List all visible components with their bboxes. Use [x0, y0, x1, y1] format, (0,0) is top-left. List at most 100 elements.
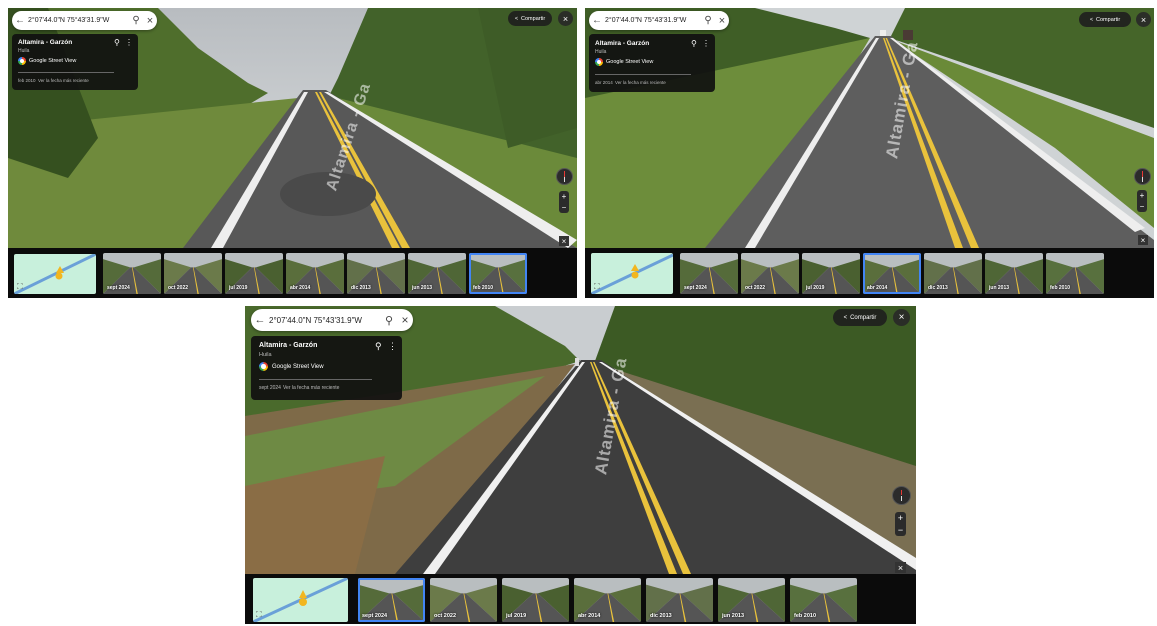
close-viewer-button[interactable]: × [1136, 12, 1151, 27]
share-label: Compartir [521, 15, 546, 22]
place-title: Altamira - Garzón [595, 40, 650, 47]
timeline-thumbnail[interactable]: abr 2014 [863, 253, 921, 294]
pin-icon[interactable]: ⚲ [114, 38, 120, 47]
compass-icon[interactable] [1134, 168, 1151, 185]
timeline-thumbnail[interactable]: jul 2019 [225, 253, 283, 294]
divider [595, 74, 691, 75]
timeline-thumbnail[interactable]: jul 2019 [802, 253, 860, 294]
newest-date-link[interactable]: Ver la fecha más reciente [283, 385, 339, 391]
back-arrow-icon[interactable]: ← [251, 314, 269, 326]
street-view-logo-icon [259, 362, 268, 371]
back-arrow-icon[interactable]: ← [589, 15, 605, 26]
timeline-thumbnail[interactable]: dic 2013 [646, 578, 713, 622]
close-viewer-button[interactable]: × [893, 309, 910, 326]
location-info-card: Altamira - Garzón ⚲ ⋮ Huila Google Stree… [251, 336, 402, 400]
timeline-thumbnail[interactable]: dic 2013 [924, 253, 982, 294]
timeline-thumbnail[interactable]: jun 2013 [718, 578, 785, 622]
coordinates-text[interactable]: 2°07'44.0"N 75°43'31.9"W [28, 17, 129, 24]
source-row: Google Street View [595, 58, 653, 66]
timeline-date-label: dic 2013 [928, 285, 948, 291]
search-icon[interactable]: ⚲ [701, 15, 715, 26]
divider [18, 72, 114, 73]
timeline-thumbnail[interactable]: abr 2014 [286, 253, 344, 294]
source-label: Google Street View [29, 58, 77, 64]
place-subtitle: Huila [18, 48, 30, 54]
timeline-thumbnail[interactable]: feb 2010 [469, 253, 527, 294]
place-subtitle: Huila [259, 352, 272, 358]
timeline-date-label: jun 2013 [722, 613, 745, 619]
source-row: Google Street View [18, 57, 76, 65]
timeline-thumbnail[interactable]: oct 2022 [164, 253, 222, 294]
expand-map-icon[interactable]: ⛶ [256, 610, 262, 620]
zoom-in-button[interactable]: + [898, 513, 903, 523]
pin-icon[interactable]: ⚲ [691, 39, 697, 48]
timeline-thumbnail[interactable]: feb 2010 [1046, 253, 1104, 294]
minimap[interactable]: ⛶ [14, 254, 96, 294]
timeline-date-label: jul 2019 [506, 613, 527, 619]
timeline-date-label: jul 2019 [806, 285, 825, 291]
place-title: Altamira - Garzón [259, 342, 318, 349]
coordinates-search-box[interactable]: ← 2°07'44.0"N 75°43'31.9"W ⚲ × [12, 11, 157, 30]
share-button[interactable]: < Compartir [508, 11, 552, 26]
newest-date-link[interactable]: Ver la fecha más reciente [615, 80, 666, 85]
close-timeline-button[interactable]: × [1138, 235, 1148, 245]
timeline-date-label: abr 2014 [578, 613, 601, 619]
search-icon[interactable]: ⚲ [381, 314, 397, 327]
zoom-in-button[interactable]: + [1140, 191, 1145, 200]
zoom-in-button[interactable]: + [562, 192, 567, 201]
search-icon[interactable]: ⚲ [129, 15, 143, 26]
timeline-thumbnail[interactable]: feb 2010 [790, 578, 857, 622]
timeline-thumbnail[interactable]: jun 2013 [985, 253, 1043, 294]
expand-map-icon[interactable]: ⛶ [17, 282, 23, 292]
close-timeline-button[interactable]: × [895, 562, 906, 573]
close-icon[interactable]: × [143, 15, 157, 27]
coordinates-search-box[interactable]: ← 2°07'44.0"N 75°43'31.9"W ⚲ × [589, 11, 729, 30]
close-timeline-button[interactable]: × [559, 236, 569, 246]
close-icon[interactable]: × [397, 313, 413, 327]
zoom-control: + − [895, 512, 906, 536]
place-subtitle: Huila [595, 49, 607, 55]
timeline-date-label: abr 2014 [290, 285, 311, 291]
expand-map-icon[interactable]: ⛶ [594, 282, 600, 292]
minimap[interactable]: ⛶ [253, 578, 348, 622]
timeline-thumbnail[interactable]: jun 2013 [408, 253, 466, 294]
time-travel-strip: ⛶ sept 2024 oct 2022 jul 2019 abr 2014 dic 2… [245, 574, 916, 624]
timeline-thumbnail[interactable]: jul 2019 [502, 578, 569, 622]
pin-icon[interactable]: ⚲ [375, 341, 382, 352]
timeline-date-label: jun 2013 [989, 285, 1010, 291]
timeline-date-label: jul 2019 [229, 285, 248, 291]
more-options-icon[interactable]: ⋮ [702, 39, 710, 48]
zoom-out-button[interactable]: − [1140, 202, 1145, 211]
more-options-icon[interactable]: ⋮ [125, 38, 133, 47]
share-button[interactable]: < Compartir [1079, 12, 1131, 27]
place-title: Altamira - Garzón [18, 39, 73, 46]
timeline-date-label: oct 2022 [745, 285, 766, 291]
location-info-card: Altamira - Garzón ⚲ ⋮ Huila Google Stree… [589, 34, 715, 92]
minimap[interactable]: ⛶ [591, 253, 673, 294]
coordinates-text[interactable]: 2°07'44.0"N 75°43'31.9"W [605, 17, 701, 24]
compass-icon[interactable] [892, 486, 911, 505]
timeline-thumbnail[interactable]: abr 2014 [574, 578, 641, 622]
back-arrow-icon[interactable]: ← [12, 15, 28, 26]
timeline-thumbnail[interactable]: sept 2024 [680, 253, 738, 294]
zoom-out-button[interactable]: − [898, 525, 903, 535]
timeline-thumbnail[interactable]: oct 2022 [741, 253, 799, 294]
close-viewer-button[interactable]: × [558, 11, 573, 26]
timeline-thumbnail[interactable]: dic 2013 [347, 253, 405, 294]
coordinates-text[interactable]: 2°07'44.0"N 75°43'31.9"W [269, 316, 381, 325]
timeline-date-label: feb 2010 [1050, 285, 1071, 291]
timeline-thumbnail[interactable]: oct 2022 [430, 578, 497, 622]
close-icon[interactable]: × [715, 15, 729, 27]
zoom-out-button[interactable]: − [562, 203, 567, 212]
timeline-date-label: feb 2010 [794, 613, 817, 619]
timeline-thumbnail[interactable]: sept 2024 [103, 253, 161, 294]
coordinates-search-box[interactable]: ← 2°07'44.0"N 75°43'31.9"W ⚲ × [251, 309, 413, 331]
newest-date-link[interactable]: Ver la fecha más reciente [38, 78, 89, 83]
compass-icon[interactable] [556, 168, 573, 185]
timeline-date-label: abr 2014 [867, 285, 888, 291]
more-options-icon[interactable]: ⋮ [388, 341, 397, 352]
share-button[interactable]: < Compartir [833, 309, 887, 326]
streetview-panel-abr-2014: Altamira - Ga ← 2°07'44.0"N 75°43'31.9"W… [585, 8, 1154, 298]
share-icon: < [514, 15, 519, 22]
timeline-thumbnail[interactable]: sept 2024 [358, 578, 425, 622]
